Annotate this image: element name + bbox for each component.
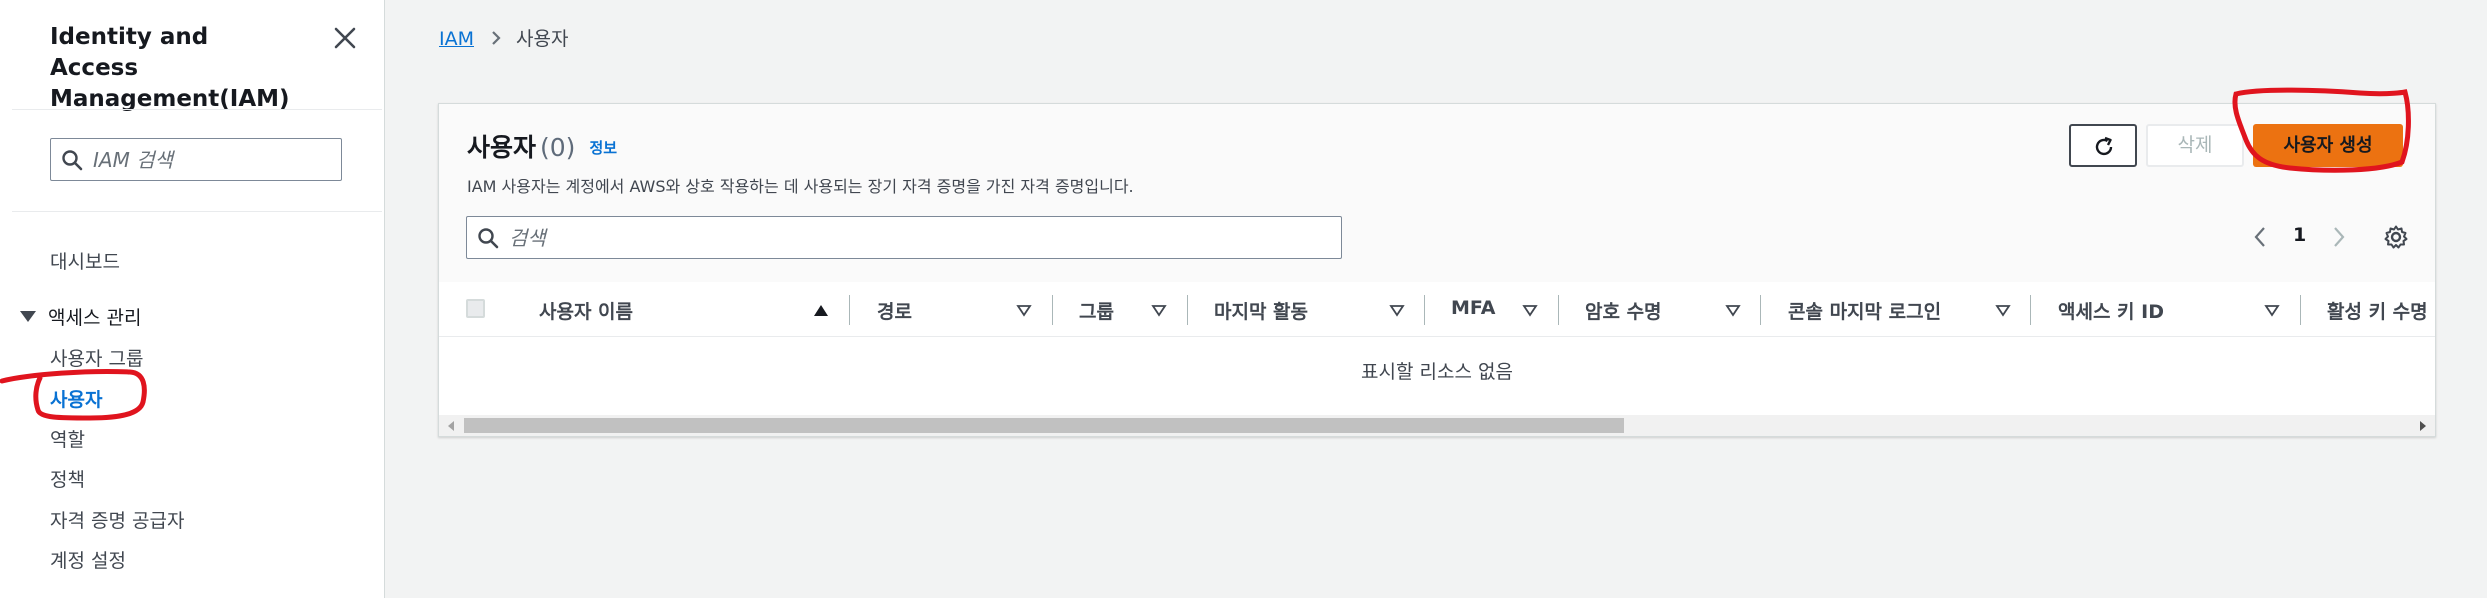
column-divider (1558, 295, 1559, 325)
column-header-user-name[interactable]: 사용자 이름 (539, 297, 633, 324)
chevron-left-icon[interactable] (2253, 226, 2267, 248)
users-panel: 사용자 (0) 정보 IAM 사용자는 계정에서 AWS와 상호 작용하는 데 사용… (438, 103, 2436, 437)
sidebar-item-users[interactable]: 사용자 (50, 385, 102, 412)
breadcrumb-iam-link[interactable]: IAM (439, 28, 474, 50)
sidebar-item-policies[interactable]: 정책 (50, 465, 85, 492)
sort-icon[interactable] (1016, 304, 1032, 317)
scroll-left-arrow-icon[interactable] (448, 421, 454, 431)
scroll-right-arrow-icon[interactable] (2420, 421, 2426, 431)
delete-button[interactable]: 삭제 (2146, 124, 2244, 167)
sidebar-divider (12, 109, 382, 110)
column-divider (1052, 295, 1053, 325)
select-all-checkbox[interactable] (466, 299, 485, 318)
close-icon[interactable] (332, 25, 358, 51)
column-header-access-key-id[interactable]: 액세스 키 ID (2058, 297, 2164, 324)
page-title: 사용자 (0) 정보 (467, 128, 617, 164)
column-header-groups[interactable]: 그룹 (1079, 297, 1114, 324)
sort-icon[interactable] (2264, 304, 2280, 317)
panel-header: 사용자 (0) 정보 IAM 사용자는 계정에서 AWS와 상호 작용하는 데 사용… (439, 104, 2435, 282)
refresh-icon (2095, 136, 2113, 156)
scrollbar-thumb[interactable] (464, 418, 1624, 433)
sidebar-search-input[interactable] (93, 145, 333, 175)
empty-state-message: 표시할 리소스 없음 (1361, 361, 1513, 383)
column-divider (1424, 295, 1425, 325)
column-header-path[interactable]: 경로 (877, 297, 912, 324)
sort-icon[interactable] (1389, 304, 1405, 317)
sort-icon[interactable] (1151, 304, 1167, 317)
info-link[interactable]: 정보 (589, 139, 617, 157)
refresh-button[interactable] (2069, 124, 2137, 167)
column-divider (2030, 295, 2031, 325)
search-icon (62, 150, 83, 171)
sidebar-divider (12, 211, 382, 212)
column-header-mfa[interactable]: MFA (1451, 297, 1495, 319)
search-icon (478, 228, 499, 249)
breadcrumb-current: 사용자 (516, 28, 569, 50)
horizontal-scrollbar[interactable] (439, 415, 2435, 436)
column-header-active-key-age[interactable]: 활성 키 수명 (2327, 297, 2428, 324)
column-header-password-age[interactable]: 암호 수명 (1585, 297, 1662, 324)
sidebar-item-roles[interactable]: 역할 (50, 425, 85, 452)
gear-icon[interactable] (2383, 224, 2409, 250)
sort-icon[interactable] (1522, 304, 1538, 317)
column-divider (1187, 295, 1188, 325)
table-header: 사용자 이름 경로 그룹 마지막 활동 MFA 암호 수명 콘솔 마지막 로그인… (439, 282, 2435, 337)
create-user-button[interactable]: 사용자 생성 (2253, 124, 2403, 167)
column-divider (1760, 295, 1761, 325)
sidebar-item-user-groups[interactable]: 사용자 그룹 (50, 344, 143, 371)
panel-title-text: 사용자 (467, 133, 537, 162)
column-divider (2300, 295, 2301, 325)
table-search-input[interactable] (509, 223, 1329, 253)
chevron-right-icon (490, 28, 502, 50)
sort-ascending-icon[interactable] (813, 304, 829, 317)
sidebar-item-identity-providers[interactable]: 자격 증명 공급자 (50, 506, 184, 533)
sidebar-item-account-settings[interactable]: 계정 설정 (50, 546, 126, 573)
table-search[interactable] (466, 216, 1342, 259)
user-count: (0) (540, 133, 576, 162)
sidebar-section-label: 액세스 관리 (48, 307, 142, 329)
panel-description: IAM 사용자는 계정에서 AWS와 상호 작용하는 데 사용되는 장기 자격 … (467, 177, 1134, 196)
breadcrumb: IAM 사용자 (439, 24, 568, 51)
service-title: Identity and Access Management(IAM) (50, 24, 290, 112)
column-header-last-activity[interactable]: 마지막 활동 (1214, 297, 1308, 324)
sidebar-search[interactable] (50, 138, 342, 181)
sort-icon[interactable] (1725, 304, 1741, 317)
sidebar-item-dashboard[interactable]: 대시보드 (50, 247, 120, 274)
column-header-console-last-sign-in[interactable]: 콘솔 마지막 로그인 (1788, 297, 1941, 324)
chevron-right-icon[interactable] (2332, 226, 2346, 248)
sidebar-section-access-management[interactable]: 액세스 관리 (20, 303, 141, 330)
column-divider (849, 295, 850, 325)
caret-down-icon (20, 311, 36, 322)
sort-icon[interactable] (1995, 304, 2011, 317)
sidebar: Identity and Access Management(IAM) 대시보드… (0, 0, 385, 598)
page-number[interactable]: 1 (2293, 224, 2306, 246)
